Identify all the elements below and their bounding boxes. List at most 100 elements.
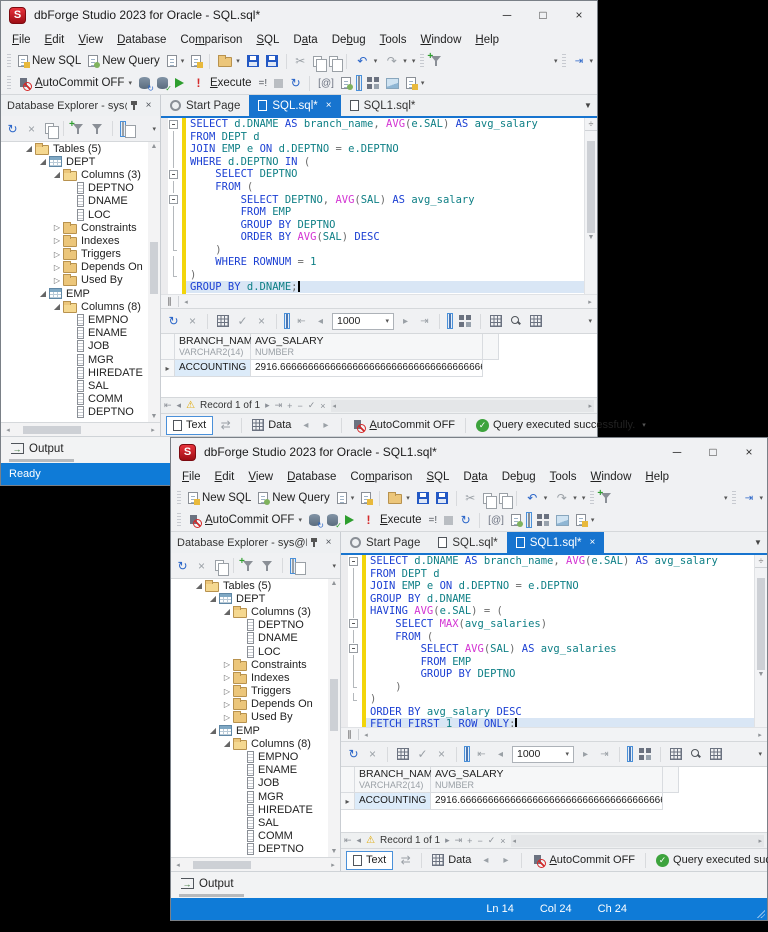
scroll-right-icon[interactable]: ▸ bbox=[583, 298, 597, 306]
last-record-icon[interactable]: ⇥ bbox=[275, 400, 283, 411]
cancel-edit-icon[interactable]: × bbox=[500, 836, 505, 846]
sql-editor[interactable]: ÷ ▼ SELECT d.DNAME AS branch_name, AVG(e… bbox=[341, 555, 767, 727]
grid-cell[interactable]: 2916.66666666666666666666666666666666666… bbox=[431, 793, 663, 810]
previous-record-icon[interactable]: ◂ bbox=[357, 835, 362, 846]
post-edit-icon[interactable]: ✓ bbox=[308, 400, 316, 411]
grid-cell[interactable]: ACCOUNTING bbox=[175, 360, 251, 377]
menu-item[interactable]: Debug bbox=[325, 32, 373, 48]
scroll-right-icon[interactable]: ▸ bbox=[588, 402, 592, 410]
append-record-icon[interactable]: + bbox=[287, 401, 292, 411]
export-grid-button[interactable] bbox=[395, 747, 411, 761]
redo-button[interactable]: ↷ ▾ bbox=[552, 490, 579, 507]
output-tab[interactable]: → Output bbox=[9, 439, 74, 462]
code-line[interactable]: FROM EMP bbox=[161, 205, 597, 219]
expander-icon[interactable]: ▷ bbox=[221, 700, 233, 709]
app-window-front[interactable]: S dbForge Studio 2023 for Oracle - SQL1.… bbox=[170, 437, 768, 921]
tab-list-dropdown[interactable]: ▼ bbox=[749, 532, 767, 553]
code-line[interactable]: SELECT d.DNAME AS branch_name, AVG(e.SAL… bbox=[341, 555, 767, 568]
tree-item[interactable]: DNAME bbox=[171, 632, 340, 645]
code-line[interactable]: FROM DEPT d bbox=[161, 130, 597, 144]
open-file-button[interactable]: ▾ bbox=[386, 491, 412, 505]
tree-item[interactable]: ▷ Depends On bbox=[1, 261, 160, 274]
execute-button[interactable]: ! Execute bbox=[359, 512, 424, 529]
code-line[interactable]: HAVING AVG(e.SAL) = ( bbox=[341, 605, 767, 618]
expander-icon[interactable]: ▷ bbox=[221, 660, 233, 669]
menu-item[interactable]: Comparison bbox=[173, 32, 249, 48]
code-line[interactable]: ) bbox=[161, 268, 597, 282]
refresh-connection-button[interactable]: ↻ bbox=[137, 76, 154, 93]
last-page-icon[interactable]: ⇥ bbox=[597, 747, 612, 762]
cut-icon[interactable]: ✂ bbox=[463, 491, 478, 506]
expander-icon[interactable]: ▷ bbox=[221, 713, 233, 722]
new-document-button[interactable]: ▾ bbox=[335, 491, 357, 505]
code-line[interactable]: ) bbox=[161, 243, 597, 257]
code-line[interactable]: SELECT AVG(SAL) AS avg_salaries bbox=[341, 642, 767, 656]
fold-collapse-icon[interactable] bbox=[169, 194, 178, 204]
code-line[interactable]: WHERE d.DEPTNO IN ( bbox=[161, 155, 597, 169]
previous-record-icon[interactable]: ◂ bbox=[177, 400, 182, 411]
first-record-icon[interactable]: ⇤ bbox=[164, 400, 172, 411]
toolbar-overflow-icon[interactable]: ▾ bbox=[588, 317, 592, 325]
expander-icon[interactable]: ◢ bbox=[193, 581, 205, 590]
tab-list-dropdown[interactable]: ▼ bbox=[579, 95, 597, 116]
maximize-button[interactable]: □ bbox=[695, 438, 731, 466]
tree-item[interactable]: EMPNO bbox=[1, 313, 160, 327]
autocommit-toggle[interactable]: AutoCommit OFF ▾ bbox=[186, 513, 304, 528]
column-header[interactable]: BRANCH_NAME VARCHAR2(14) bbox=[355, 767, 440, 793]
code-line[interactable]: JOIN EMP e ON d.DEPTNO = e.DEPTNO bbox=[161, 143, 597, 156]
query-history-icon[interactable]: ↻ bbox=[288, 76, 303, 91]
expander-icon[interactable]: ◢ bbox=[51, 302, 63, 311]
close-button[interactable]: × bbox=[561, 1, 597, 29]
previous-result-icon[interactable]: ◂ bbox=[478, 853, 493, 868]
editor-tab[interactable]: SQL.sql* bbox=[429, 532, 506, 553]
tree-item[interactable]: LOC bbox=[1, 208, 160, 221]
autocommit-status[interactable]: AutoCommit OFF bbox=[530, 853, 637, 868]
tree-item[interactable]: ▷ Indexes bbox=[171, 671, 340, 684]
scrollbar-thumb[interactable] bbox=[193, 860, 251, 869]
maximize-button[interactable]: □ bbox=[525, 1, 561, 29]
fold-margin[interactable] bbox=[341, 643, 362, 656]
next-record-icon[interactable]: ▸ bbox=[445, 835, 450, 846]
tree-vertical-scrollbar[interactable]: ▲ ▼ bbox=[148, 142, 160, 422]
execute-script-button[interactable]: =! bbox=[427, 514, 440, 527]
close-icon[interactable]: × bbox=[590, 537, 596, 548]
toolbar-overflow-icon[interactable]: ▾ bbox=[412, 57, 416, 65]
previous-result-icon[interactable]: ◂ bbox=[298, 418, 313, 433]
revert-changes-icon[interactable]: × bbox=[434, 747, 449, 762]
stop-button[interactable] bbox=[442, 515, 455, 526]
column-picker-button[interactable] bbox=[528, 314, 544, 328]
toolbar-overflow-icon[interactable]: ▾ bbox=[724, 494, 728, 502]
scroll-down-icon[interactable]: ▼ bbox=[588, 233, 595, 243]
previous-page-icon[interactable]: ◂ bbox=[493, 747, 508, 762]
titlebar[interactable]: S dbForge Studio 2023 for Oracle - SQL1.… bbox=[171, 438, 767, 466]
tree-item[interactable]: ▷ Used By bbox=[1, 274, 160, 287]
code-line[interactable]: ORDER BY avg_salary DESC bbox=[341, 705, 767, 719]
run-button[interactable] bbox=[343, 514, 356, 526]
menu-item[interactable]: SQL bbox=[419, 469, 456, 485]
pin-icon[interactable] bbox=[311, 537, 317, 547]
menu-item[interactable]: Help bbox=[638, 469, 676, 485]
fold-collapse-icon[interactable] bbox=[169, 169, 178, 179]
fold-margin[interactable] bbox=[341, 618, 362, 631]
pivot-button[interactable] bbox=[488, 314, 504, 328]
scroll-down-icon[interactable]: ▼ bbox=[331, 847, 338, 857]
tree-item[interactable]: DEPTNO bbox=[171, 843, 340, 856]
code-line[interactable]: ORDER BY AVG(SAL) DESC bbox=[161, 230, 597, 244]
delete-icon[interactable]: × bbox=[24, 121, 39, 136]
scroll-left-icon[interactable]: ◂ bbox=[513, 837, 517, 845]
pin-icon[interactable] bbox=[131, 100, 137, 110]
tree-item[interactable]: DNAME bbox=[1, 195, 160, 208]
tree-item[interactable]: ▷ Triggers bbox=[1, 248, 160, 261]
menu-item[interactable]: Tools bbox=[543, 469, 584, 485]
text-view-button[interactable]: Text bbox=[166, 415, 214, 435]
tree-item[interactable]: ◢ EMP bbox=[1, 287, 160, 300]
tree-item[interactable]: HIREDATE bbox=[171, 803, 340, 816]
delete-record-icon[interactable]: − bbox=[477, 836, 482, 846]
expander-icon[interactable]: ◢ bbox=[23, 144, 35, 153]
cancel-edit-icon[interactable]: × bbox=[320, 401, 325, 411]
scroll-left-icon[interactable]: ◂ bbox=[179, 298, 193, 306]
fold-margin[interactable] bbox=[161, 168, 182, 181]
menu-item[interactable]: Window bbox=[413, 32, 468, 48]
editor-horizontal-scrollbar[interactable]: ∥ ◂ ▸ bbox=[341, 727, 767, 741]
format-indent-icon[interactable]: ⇥ bbox=[571, 54, 586, 69]
